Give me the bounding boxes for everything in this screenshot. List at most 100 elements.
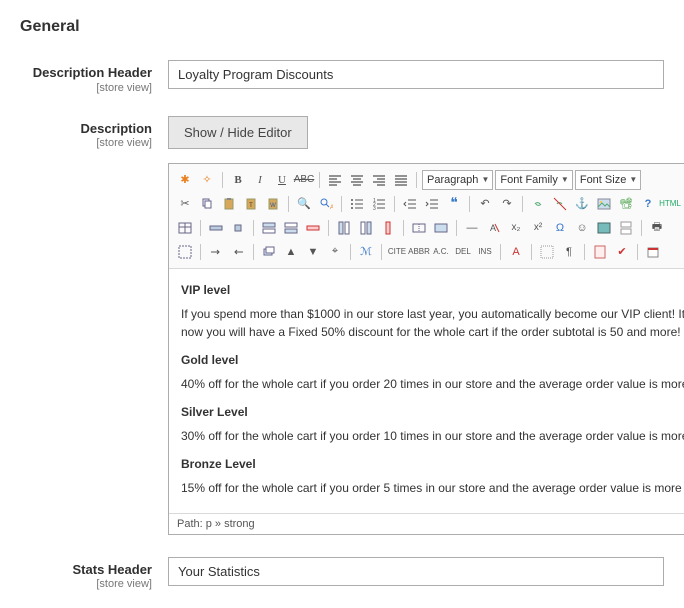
find-replace-button[interactable]: A — [316, 194, 336, 214]
pagebreak-button[interactable] — [616, 218, 636, 238]
separator — [522, 196, 523, 212]
paragraph-select-value: Paragraph — [427, 174, 478, 186]
font-size-select[interactable]: Font Size▼ — [575, 170, 641, 190]
merge-cells-button[interactable] — [431, 218, 451, 238]
absolute-button[interactable]: ⌖ — [325, 242, 345, 262]
nbsp-button[interactable]: ¶ — [559, 242, 579, 262]
svg-text:3: 3 — [373, 206, 376, 211]
acronym-button[interactable]: A.C. — [431, 242, 451, 262]
html-button[interactable]: HTML — [660, 194, 680, 214]
template-button[interactable] — [590, 242, 610, 262]
field-label: Description [store view] — [20, 116, 168, 150]
toolbar-row-1: ✱ ✧ B I U ABC Paragraph▼ Font Family▼ Fo… — [175, 170, 684, 190]
insert-datetime-button[interactable] — [643, 242, 663, 262]
visual-chars-button[interactable] — [537, 242, 557, 262]
link-button[interactable] — [528, 194, 548, 214]
move-forward-button[interactable]: ▲ — [281, 242, 301, 262]
separator — [288, 196, 289, 212]
table-button[interactable] — [175, 218, 195, 238]
gold-title: Gold level — [181, 351, 684, 369]
separator — [500, 244, 501, 260]
help-button[interactable]: ? — [638, 194, 658, 214]
split-cells-button[interactable] — [409, 218, 429, 238]
align-left-button[interactable] — [325, 170, 345, 190]
move-backward-button[interactable]: ▼ — [303, 242, 323, 262]
insert-row-before-button[interactable] — [259, 218, 279, 238]
label-scope: [store view] — [20, 137, 152, 149]
paste-button[interactable] — [219, 194, 239, 214]
align-center-button[interactable] — [347, 170, 367, 190]
superscript-button[interactable]: x² — [528, 218, 548, 238]
italic-button[interactable]: I — [250, 170, 270, 190]
insert-row-after-button[interactable] — [281, 218, 301, 238]
unlink-button[interactable] — [550, 194, 570, 214]
abbr-button[interactable]: ABBR — [409, 242, 429, 262]
ltr-button[interactable] — [206, 242, 226, 262]
editor-path: Path: p » strong — [177, 518, 255, 530]
image-button[interactable] — [594, 194, 614, 214]
strikethrough-button[interactable]: ABC — [294, 170, 314, 190]
del-button[interactable]: DEL — [453, 242, 473, 262]
separator — [319, 172, 320, 188]
separator — [403, 220, 404, 236]
iframe-button[interactable] — [594, 218, 614, 238]
hr-button[interactable]: — — [462, 218, 482, 238]
insert-widget-icon[interactable]: ✱ — [175, 170, 195, 190]
show-hide-editor-button[interactable]: Show / Hide Editor — [168, 116, 308, 149]
redo-button[interactable]: ↷ — [497, 194, 517, 214]
insert-col-before-button[interactable] — [334, 218, 354, 238]
silver-text: 30% off for the whole cart if you order … — [181, 427, 684, 445]
special-char-button[interactable]: Ω — [550, 218, 570, 238]
remove-format-button[interactable]: A — [484, 218, 504, 238]
rtl-button[interactable] — [228, 242, 248, 262]
copy-button[interactable] — [197, 194, 217, 214]
cut-button[interactable]: ✂ — [175, 194, 195, 214]
ordered-list-button[interactable]: 123 — [369, 194, 389, 214]
attributes-button[interactable]: A — [506, 242, 526, 262]
delete-row-button[interactable] — [303, 218, 323, 238]
indent-button[interactable] — [422, 194, 442, 214]
layer-button[interactable] — [259, 242, 279, 262]
emoticon-button[interactable]: ☺ — [572, 218, 592, 238]
media-button[interactable]: 📽 — [616, 194, 636, 214]
blockquote-button[interactable]: ❝ — [444, 194, 464, 214]
spellcheck-button[interactable]: ✔ — [612, 242, 632, 262]
editor-footer: Path: p » strong — [169, 513, 684, 534]
field-description: Description [store view] Show / Hide Edi… — [20, 116, 664, 535]
label-scope: [store view] — [20, 82, 152, 94]
table-row-props-button[interactable] — [206, 218, 226, 238]
cite-button[interactable]: CITE — [387, 242, 407, 262]
editor-content-area[interactable]: VIP level If you spend more than $1000 i… — [169, 269, 684, 513]
print-button[interactable]: 🖶 — [647, 218, 667, 238]
separator — [253, 244, 254, 260]
undo-button[interactable]: ↶ — [475, 194, 495, 214]
anchor-button[interactable]: ⚓ — [572, 194, 592, 214]
toolbar-row-4: ▲ ▼ ⌖ ℳ CITE ABBR A.C. DEL INS A ¶ — [175, 242, 684, 262]
insert-variable-icon[interactable]: ✧ — [197, 170, 217, 190]
separator — [641, 220, 642, 236]
paste-word-button[interactable]: W — [263, 194, 283, 214]
underline-button[interactable]: U — [272, 170, 292, 190]
description-header-input[interactable] — [168, 60, 664, 89]
silver-title: Silver Level — [181, 403, 684, 421]
outdent-button[interactable] — [400, 194, 420, 214]
align-justify-button[interactable] — [391, 170, 411, 190]
find-button[interactable]: 🔍 — [294, 194, 314, 214]
delete-col-button[interactable] — [378, 218, 398, 238]
separator — [200, 220, 201, 236]
subscript-button[interactable]: x₂ — [506, 218, 526, 238]
fullscreen-button[interactable] — [175, 242, 195, 262]
separator — [381, 244, 382, 260]
font-size-select-value: Font Size — [580, 174, 626, 186]
font-family-select[interactable]: Font Family▼ — [495, 170, 572, 190]
vip-title: VIP level — [181, 281, 684, 299]
paragraph-select[interactable]: Paragraph▼ — [422, 170, 493, 190]
unordered-list-button[interactable] — [347, 194, 367, 214]
style-props-button[interactable]: ℳ — [356, 242, 376, 262]
ins-button[interactable]: INS — [475, 242, 495, 262]
table-cell-props-button[interactable] — [228, 218, 248, 238]
insert-col-after-button[interactable] — [356, 218, 376, 238]
align-right-button[interactable] — [369, 170, 389, 190]
paste-text-button[interactable]: T — [241, 194, 261, 214]
bold-button[interactable]: B — [228, 170, 248, 190]
